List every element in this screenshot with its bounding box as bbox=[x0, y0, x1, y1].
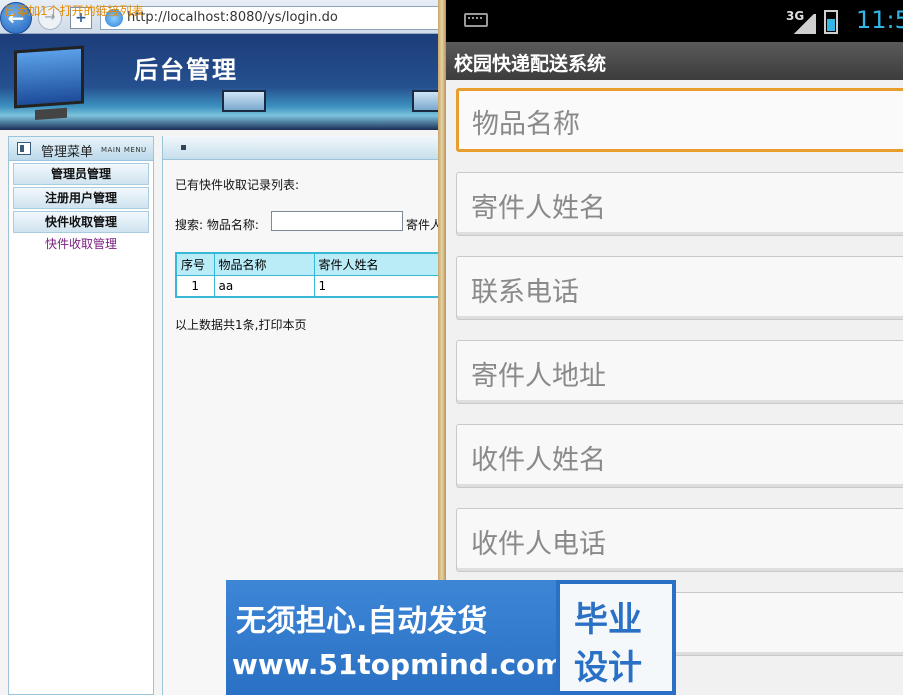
url-text: http://localhost:8080/ys/login.do bbox=[127, 10, 338, 25]
menu-group-admin[interactable]: 管理员管理 bbox=[13, 163, 149, 185]
address-bar: ← → + http://localhost:8080/ys/login.do … bbox=[0, 0, 442, 34]
column-header: 物品名称 bbox=[213, 252, 315, 276]
url-field[interactable]: http://localhost:8080/ys/login.do bbox=[100, 6, 442, 30]
phone-field[interactable]: 联系电话 bbox=[456, 256, 903, 320]
app-titlebar: 校园快递配送系统 bbox=[446, 42, 903, 80]
table-cell: 1 bbox=[175, 274, 215, 298]
field-placeholder: 寄件人地址 bbox=[471, 361, 606, 392]
table-header-row: 序号 物品名称 寄件人姓名 bbox=[175, 252, 441, 276]
menu-group-express[interactable]: 快件收取管理 bbox=[13, 211, 149, 233]
search-input[interactable] bbox=[271, 211, 403, 231]
sidebar-title: 管理菜单 bbox=[41, 145, 94, 160]
watermark-slogan: 无须担心.自动发货 bbox=[236, 604, 488, 639]
field-placeholder: 收件人姓名 bbox=[471, 445, 606, 476]
signal-icon bbox=[792, 14, 816, 34]
list-title: 已有快件收取记录列表: bbox=[175, 178, 300, 192]
watermark-badge-line1: 毕业 bbox=[574, 600, 642, 640]
watermark-badge-line2: 设计 bbox=[574, 648, 642, 688]
notification-text: 已添加1个打开的链接列表 bbox=[4, 4, 144, 18]
field-placeholder: 联系电话 bbox=[471, 277, 579, 308]
monitor-logo-icon bbox=[14, 45, 84, 109]
recipient-phone-field[interactable]: 收件人电话 bbox=[456, 508, 903, 572]
sender-name-field[interactable]: 寄件人姓名 bbox=[456, 172, 903, 236]
column-header: 序号 bbox=[175, 252, 215, 276]
watermark-badge: 毕业 设计 bbox=[556, 580, 676, 695]
column-header: 寄件人姓名 bbox=[313, 252, 441, 276]
search-label-sender: 寄件人 bbox=[406, 218, 442, 232]
watermark-url: www.51topmind.com bbox=[232, 648, 565, 681]
admin-banner: 后台管理 bbox=[0, 34, 442, 130]
content-header bbox=[163, 136, 442, 160]
watermark-left: 无须担心.自动发货 www.51topmind.com bbox=[226, 580, 564, 695]
field-placeholder: 寄件人姓名 bbox=[471, 193, 606, 224]
item-name-field[interactable]: 物品名称 bbox=[456, 88, 903, 152]
menu-group-users[interactable]: 注册用户管理 bbox=[13, 187, 149, 209]
battery-icon bbox=[824, 10, 838, 34]
sender-address-field[interactable]: 寄件人地址 bbox=[456, 340, 903, 404]
watermark-banner: 无须担心.自动发货 www.51topmind.com 毕业 设计 bbox=[226, 580, 676, 695]
status-clock: 11:5 bbox=[856, 6, 903, 34]
monitor-icon bbox=[222, 90, 266, 112]
banner-title: 后台管理 bbox=[134, 55, 238, 84]
field-placeholder: 收件人电话 bbox=[471, 529, 606, 560]
records-table: 序号 物品名称 寄件人姓名 1 aa 1 bbox=[175, 252, 441, 298]
field-placeholder: 物品名称 bbox=[472, 109, 580, 140]
sidebar-menu: 管理菜单 MAIN MENU 管理员管理 注册用户管理 快件收取管理 快件收取管… bbox=[8, 136, 154, 695]
app-title: 校园快递配送系统 bbox=[454, 53, 607, 75]
menu-icon bbox=[17, 142, 31, 155]
search-label: 搜索: 物品名称: bbox=[175, 218, 259, 232]
table-cell: aa bbox=[213, 274, 315, 298]
sidebar-title-en: MAIN MENU bbox=[101, 146, 147, 154]
recipient-name-field[interactable]: 收件人姓名 bbox=[456, 424, 903, 488]
table-row: 1 aa 1 bbox=[175, 274, 441, 298]
table-footer[interactable]: 以上数据共1条,打印本页 bbox=[175, 316, 306, 333]
table-cell: 1 bbox=[313, 274, 441, 298]
sidebar-header: 管理菜单 MAIN MENU bbox=[9, 137, 153, 161]
keyboard-icon bbox=[464, 13, 488, 27]
status-bar: 3G 11:5 bbox=[446, 0, 903, 42]
menu-link-express-manage[interactable]: 快件收取管理 bbox=[9, 235, 153, 252]
bullet-icon bbox=[181, 145, 186, 150]
